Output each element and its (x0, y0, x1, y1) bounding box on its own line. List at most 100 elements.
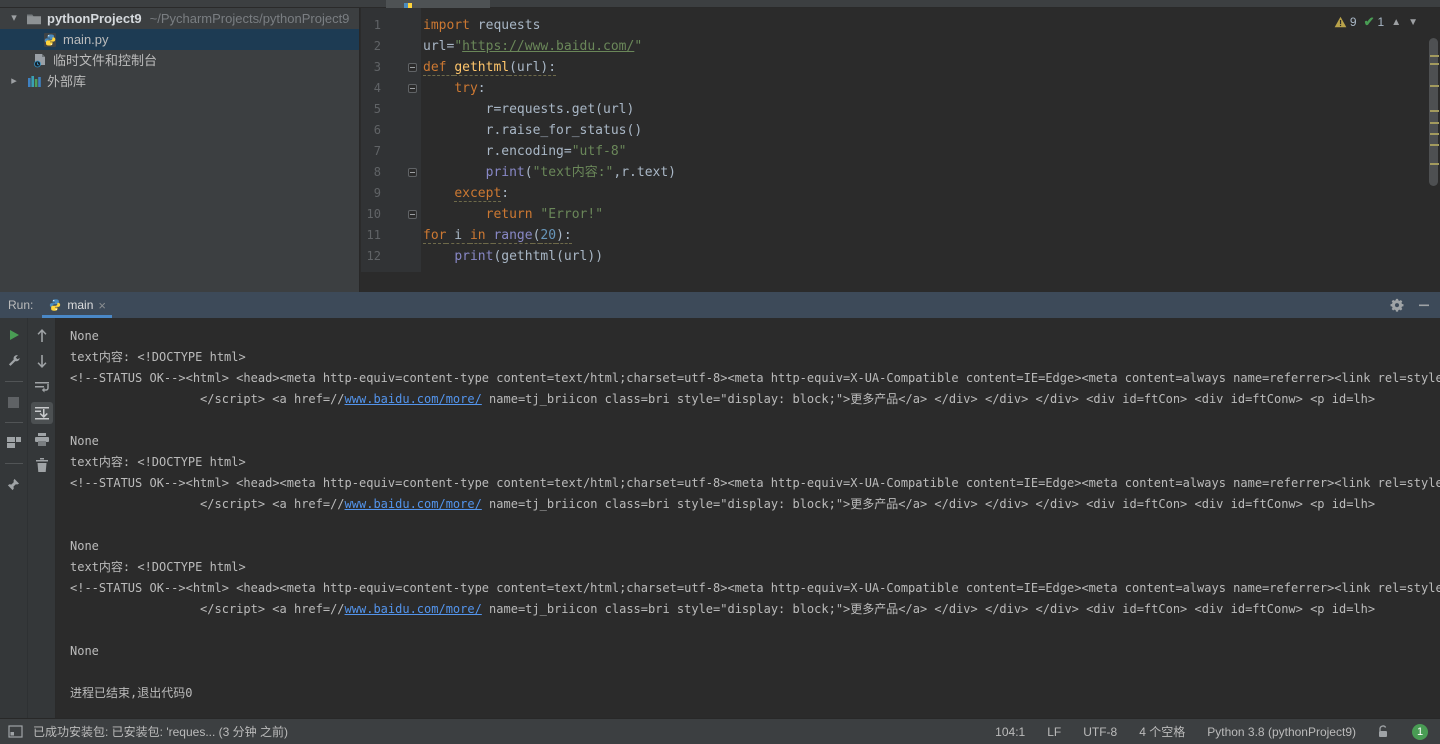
code-token: import (423, 18, 470, 33)
code-line[interactable]: 13 (361, 267, 1440, 272)
fold-marker-icon[interactable] (408, 210, 417, 219)
clear-console-button[interactable] (31, 454, 53, 476)
prev-issue-icon[interactable]: ▲ (1391, 17, 1401, 28)
warning-stripe-mark[interactable] (1430, 133, 1439, 135)
fold-marker-icon[interactable] (408, 168, 417, 177)
unlocked-icon[interactable] (1378, 725, 1390, 738)
down-stacktrace-button[interactable] (31, 350, 53, 372)
editor-scrollbar[interactable] (1426, 8, 1440, 292)
hyperlink[interactable]: https://www.baidu.com/ (462, 39, 634, 54)
restore-layout-button[interactable] (3, 432, 25, 454)
chevron-right-icon[interactable]: ▸ (8, 71, 20, 92)
trash-icon (36, 458, 48, 472)
warning-stripe-mark[interactable] (1430, 55, 1439, 57)
code-token: r=requests.get(url) (423, 102, 635, 117)
chevron-down-icon[interactable]: ▾ (8, 8, 20, 29)
warning-stripe-mark[interactable] (1430, 163, 1439, 165)
code-token: except (454, 186, 502, 202)
typos-indicator[interactable]: ✔ 1 (1364, 14, 1385, 30)
code-text: for i in range(20): (423, 225, 572, 246)
code-token: <!--STATUS OK--><html> <head><meta http-… (70, 476, 1440, 490)
fold-marker-icon[interactable] (408, 84, 417, 93)
tree-item-label: main.py (63, 32, 109, 47)
stop-button[interactable] (3, 391, 25, 413)
caret-position[interactable]: 104:1 (995, 725, 1025, 739)
code-line[interactable]: 12 print(gethtml(url)) (361, 246, 1440, 267)
run-label: Run: (8, 298, 34, 312)
file-encoding[interactable]: UTF-8 (1083, 725, 1117, 739)
code-line[interactable]: 5 r=requests.get(url) (361, 99, 1440, 120)
code-line[interactable]: 9 except: (361, 183, 1440, 204)
code-text: url="https://www.baidu.com/" (423, 36, 642, 57)
tree-row-main-py[interactable]: ▾ main.py (0, 29, 359, 50)
code-line[interactable]: 1 import requests (361, 15, 1440, 36)
hide-icon[interactable] (1418, 299, 1430, 311)
code-token: for (423, 228, 447, 244)
code-token: name=tj_briicon class=bri style="display… (481, 602, 1376, 616)
code-line[interactable]: 4 try: (361, 78, 1440, 99)
console-line: <!--STATUS OK--><html> <head><meta http-… (70, 368, 1440, 389)
status-message[interactable]: 已成功安装包: 已安装包: 'reques... (3 分钟 之前) (33, 723, 288, 740)
code-text: r=requests.get(url) (423, 99, 635, 120)
code-token: </script> <a href=// (70, 392, 345, 406)
warnings-count: 9 (1349, 15, 1357, 29)
code-token: None (70, 539, 99, 553)
hyperlink[interactable]: www.baidu.com/more/ (345, 497, 482, 511)
indent-setting[interactable]: 4 个空格 (1139, 723, 1185, 740)
fold-marker-icon[interactable] (408, 63, 417, 72)
tree-row-project-root[interactable]: ▾ pythonProject9 ~/PycharmProjects/pytho… (0, 8, 359, 29)
next-issue-icon[interactable]: ▼ (1408, 17, 1418, 28)
edit-configuration-button[interactable] (3, 350, 25, 372)
typo-check-icon: ✔ (1363, 14, 1375, 29)
up-stacktrace-button[interactable] (31, 324, 53, 346)
notification-badge[interactable]: 1 (1412, 723, 1428, 740)
gear-icon[interactable] (1390, 298, 1404, 312)
warning-stripe-mark[interactable] (1430, 85, 1439, 87)
scroll-to-end-button[interactable] (31, 402, 53, 424)
editor-tab-fragment[interactable] (386, 0, 490, 8)
code-token: <!--STATUS OK--><html> <head><meta http-… (70, 581, 1440, 595)
warning-stripe-mark[interactable] (1430, 122, 1439, 124)
tree-row-external-libraries[interactable]: ▸ 外部库 (0, 71, 359, 92)
warnings-indicator[interactable]: 9 (1334, 15, 1357, 29)
warning-stripe-mark[interactable] (1430, 144, 1439, 146)
code-token: in (469, 228, 486, 244)
code-text: return "Error!" (423, 204, 603, 225)
pin-tab-button[interactable] (3, 473, 25, 495)
python-interpreter[interactable]: Python 3.8 (pythonProject9) (1207, 725, 1356, 739)
code-line[interactable]: 10 return "Error!" (361, 204, 1440, 225)
code-text: import requests (423, 15, 540, 36)
warning-stripe-mark[interactable] (1430, 110, 1439, 112)
code-token: "utf-8" (571, 144, 627, 159)
code-line[interactable]: 11 for i in range(20): (361, 225, 1440, 246)
pin-icon (7, 478, 20, 490)
tree-row-scratches[interactable]: ▾ 临时文件和控制台 (0, 50, 359, 71)
code-token: ( (524, 165, 533, 180)
code-token: i (446, 228, 470, 244)
code-token: "Error!" (540, 207, 604, 222)
hyperlink[interactable]: www.baidu.com/more/ (345, 602, 482, 616)
hyperlink[interactable]: www.baidu.com/more/ (345, 392, 482, 406)
warning-stripe-mark[interactable] (1430, 63, 1439, 65)
run-tab-main[interactable]: main × (42, 292, 112, 318)
typos-count: 1 (1377, 15, 1385, 29)
window-top-strip (0, 0, 1440, 8)
code-editor[interactable]: 1 import requests 2 url="https://www.baidu.… (361, 8, 1440, 292)
code-line[interactable]: 3 def gethtml(url): (361, 57, 1440, 78)
code-line[interactable]: 8 print("text内容:",r.text) (361, 162, 1440, 183)
code-line[interactable]: 2 url="https://www.baidu.com/" (361, 36, 1440, 57)
console-line: <!--STATUS OK--><html> <head><meta http-… (70, 473, 1440, 494)
code-line[interactable]: 7 r.encoding="utf-8" (361, 141, 1440, 162)
inspection-widget[interactable]: 9 ✔ 1 ▲ ▼ (1334, 12, 1418, 32)
code-token: None (70, 644, 99, 658)
print-button[interactable] (31, 428, 53, 450)
run-console-output[interactable]: None text内容: <!DOCTYPE html> <!--STATUS OK… (57, 318, 1440, 718)
rerun-button[interactable] (3, 324, 25, 346)
code-line[interactable]: 6 r.raise_for_status() (361, 120, 1440, 141)
close-icon[interactable]: × (98, 298, 106, 313)
scratches-icon (34, 53, 45, 67)
tool-window-toggle-icon[interactable] (8, 725, 23, 738)
line-ending[interactable]: LF (1047, 725, 1061, 739)
soft-wrap-button[interactable] (31, 376, 53, 398)
